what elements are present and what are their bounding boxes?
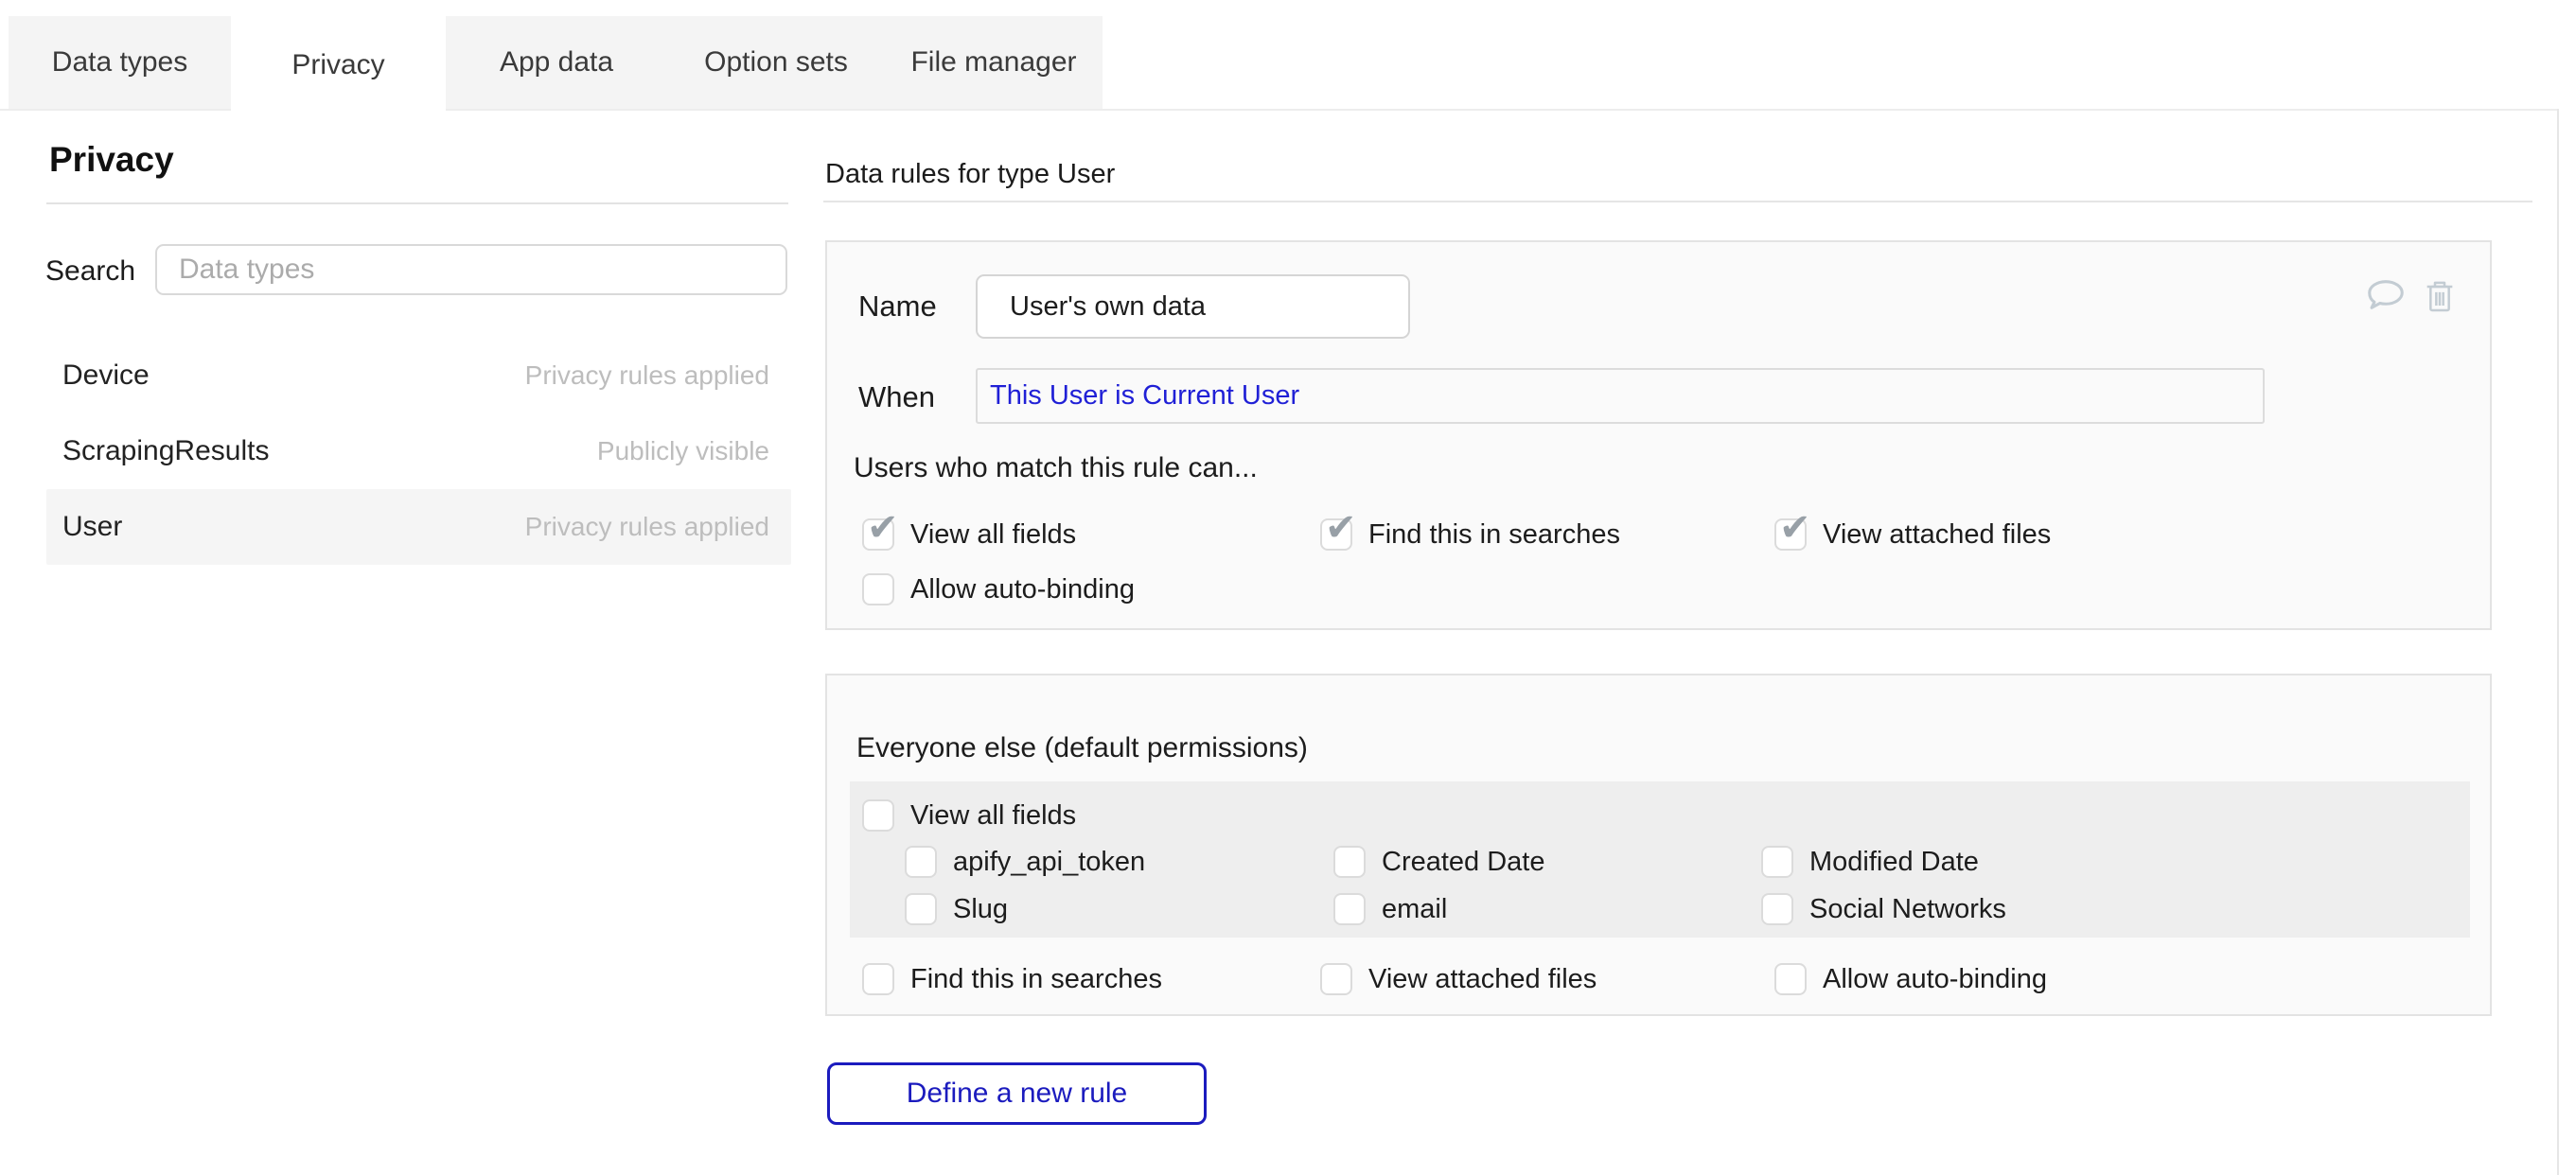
checkbox[interactable]: ✔ [1774,518,1807,551]
comment-icon [2364,274,2408,318]
field-label: Created Date [1382,847,1545,878]
define-new-rule-label: Define a new rule [907,1078,1127,1110]
permission-view-all-fields[interactable]: ✔ View all fields [862,516,1076,553]
page-title: Privacy [49,140,174,180]
field-social-networks[interactable]: ✔ Social Networks [1761,890,2006,928]
checkbox[interactable]: ✔ [1320,518,1352,551]
tab-data-types[interactable]: Data types [9,16,231,109]
checkbox[interactable]: ✔ [905,846,937,878]
field-modified-date[interactable]: ✔ Modified Date [1761,843,1979,881]
list-item-user[interactable]: User Privacy rules applied [46,489,791,565]
trash-icon [2421,274,2459,318]
search-input[interactable] [155,244,787,295]
section-title: Data rules for type User [825,159,1115,190]
checkbox[interactable]: ✔ [862,573,894,605]
section-divider [823,201,2532,202]
field-apify-api-token[interactable]: ✔ apify_api_token [905,843,1145,881]
field-created-date[interactable]: ✔ Created Date [1333,843,1545,881]
list-item-scrapingresults[interactable]: ScrapingResults Publicly visible [46,413,791,489]
permission-label: Find this in searches [1368,519,1620,551]
tab-file-manager[interactable]: File manager [885,16,1103,109]
when-condition-link[interactable]: This User is Current User [990,380,1299,412]
default-view-attached-files[interactable]: ✔ View attached files [1320,960,1597,998]
status-badge: Publicly visible [597,436,769,466]
permission-label: View all fields [910,519,1076,551]
permission-label: Find this in searches [910,964,1162,995]
rule-name-input[interactable]: User's own data [976,274,1410,339]
checkbox[interactable]: ✔ [1333,846,1366,878]
when-label: When [858,380,935,414]
checkbox[interactable]: ✔ [862,799,894,832]
default-view-all-fields[interactable]: ✔ View all fields [862,797,1076,834]
checkbox[interactable]: ✔ [1761,846,1793,878]
field-slug[interactable]: ✔ Slug [905,890,1008,928]
field-label: email [1382,894,1447,925]
check-icon: ✔ [1779,509,1811,547]
permission-view-attached-files[interactable]: ✔ View attached files [1774,516,2051,553]
tab-option-sets[interactable]: Option sets [667,16,885,109]
when-condition-box[interactable]: This User is Current User [976,368,2265,424]
permission-allow-auto-binding[interactable]: ✔ Allow auto-binding [862,570,1135,608]
fields-panel: ✔ View all fields ✔ apify_api_token ✔ Cr… [850,781,2470,938]
tab-bar: Data types Privacy App data Option sets … [9,16,1103,109]
status-badge: Privacy rules applied [525,360,769,391]
checkbox[interactable]: ✔ [1761,893,1793,925]
field-email[interactable]: ✔ email [1333,890,1447,928]
status-badge: Privacy rules applied [525,512,769,542]
checkbox[interactable]: ✔ [1320,963,1352,995]
permission-label: Allow auto-binding [1823,964,2047,995]
field-label: apify_api_token [953,847,1145,878]
delete-rule-button[interactable] [2421,274,2459,318]
search-label: Search [45,255,135,288]
checkbox[interactable]: ✔ [862,963,894,995]
check-icon: ✔ [867,509,899,547]
checkbox[interactable]: ✔ [1333,893,1366,925]
default-card-title: Everyone else (default permissions) [856,732,1308,764]
permission-label: View attached files [1823,519,2051,551]
rule-subtitle: Users who match this rule can... [854,452,1258,484]
rule-card: Name User's own data When This User is C… [825,240,2492,630]
content-right-border [2557,109,2559,1175]
field-label: Slug [953,894,1008,925]
default-permissions-card: Everyone else (default permissions) ✔ Vi… [825,674,2492,1016]
permission-label: Allow auto-binding [910,574,1135,605]
checkbox[interactable]: ✔ [862,518,894,551]
rule-name-value: User's own data [1010,291,1206,323]
checkbox[interactable]: ✔ [1774,963,1807,995]
permission-label: View attached files [1368,964,1597,995]
permission-label: View all fields [910,800,1076,832]
define-new-rule-button[interactable]: Define a new rule [827,1062,1207,1125]
data-type-name: Device [62,360,150,392]
name-label: Name [858,289,937,324]
data-type-name: ScrapingResults [62,435,269,467]
sidebar-divider [46,202,788,204]
data-type-list: Device Privacy rules applied ScrapingRes… [46,338,791,565]
default-allow-auto-binding[interactable]: ✔ Allow auto-binding [1774,960,2047,998]
check-icon: ✔ [1325,509,1357,547]
comment-button[interactable] [2364,274,2408,318]
checkbox[interactable]: ✔ [905,893,937,925]
field-label: Social Networks [1809,894,2006,925]
data-type-name: User [62,511,122,543]
field-label: Modified Date [1809,847,1979,878]
default-find-in-searches[interactable]: ✔ Find this in searches [862,960,1162,998]
permission-find-in-searches[interactable]: ✔ Find this in searches [1320,516,1620,553]
tab-privacy[interactable]: Privacy [231,16,446,114]
list-item-device[interactable]: Device Privacy rules applied [46,338,791,413]
tab-app-data[interactable]: App data [446,16,667,109]
